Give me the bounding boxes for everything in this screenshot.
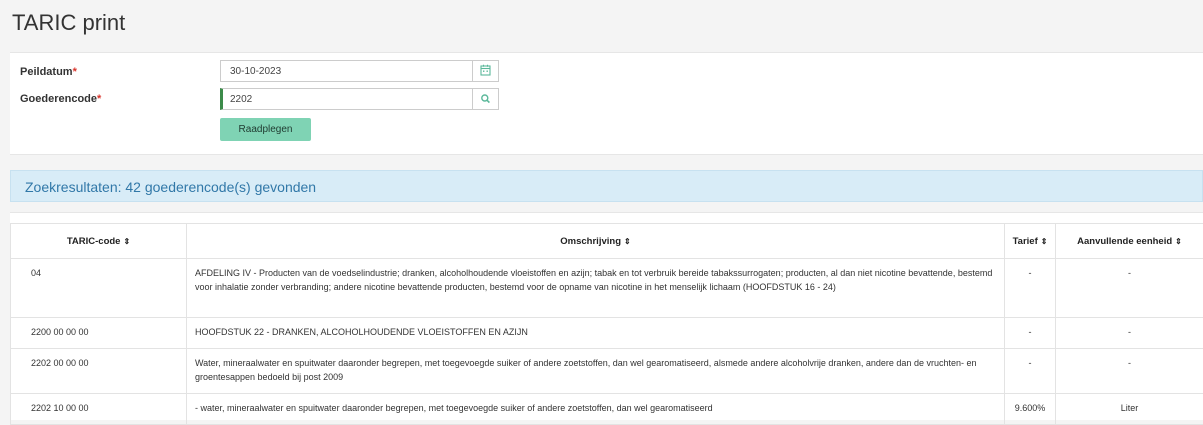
eenheid-cell: Liter	[1056, 394, 1203, 425]
header-taric-code[interactable]: TARIC-code⇕	[11, 224, 187, 259]
peildatum-label-text: Peildatum	[20, 66, 73, 78]
omschrijving-cell: HOOFDSTUK 22 - DRANKEN, ALCOHOLHOUDENDE …	[187, 318, 1005, 349]
eenheid-cell: -	[1056, 259, 1203, 318]
header-omschrijving-label: Omschrijving	[560, 236, 621, 247]
header-taric-code-label: TARIC-code	[67, 236, 121, 247]
results-summary: Zoekresultaten: 42 goederencode(s) gevon…	[25, 179, 316, 195]
eenheid-cell: -	[1056, 349, 1203, 394]
tarief-cell: 9.600%	[1005, 394, 1056, 425]
header-aanvullende-eenheid-label: Aanvullende eenheid	[1077, 236, 1172, 247]
sort-icon: ⇕	[123, 237, 130, 246]
header-tarief[interactable]: Tarief⇕	[1005, 224, 1056, 259]
table-row[interactable]: 2202 00 00 00 Water, mineraalwater en sp…	[11, 349, 1203, 394]
sort-icon: ⇕	[1041, 237, 1048, 246]
search-icon	[473, 89, 498, 109]
tarief-cell: -	[1005, 318, 1056, 349]
results-summary-bar: Zoekresultaten: 42 goederencode(s) gevon…	[10, 170, 1203, 202]
peildatum-input[interactable]: 30-10-2023	[220, 60, 472, 82]
taric-code-cell: 2200 00 00 00	[11, 318, 187, 349]
peildatum-label: Peildatum*	[20, 66, 77, 78]
header-aanvullende-eenheid[interactable]: Aanvullende eenheid⇕	[1056, 224, 1203, 259]
header-omschrijving[interactable]: Omschrijving⇕	[187, 224, 1005, 259]
page-title: TARIC print	[12, 10, 125, 36]
results-panel: TARIC-code⇕ Omschrijving⇕ Tarief⇕ Aanvul…	[10, 212, 1203, 420]
eenheid-cell: -	[1056, 318, 1203, 349]
table-row[interactable]: 2200 00 00 00 HOOFDSTUK 22 - DRANKEN, AL…	[11, 318, 1203, 349]
omschrijving-cell: AFDELING IV - Producten van de voedselin…	[187, 259, 1005, 318]
required-mark: *	[97, 93, 101, 105]
taric-code-cell: 2202 10 00 00	[11, 394, 187, 425]
required-mark: *	[73, 66, 77, 78]
raadplegen-button[interactable]: Raadplegen	[220, 118, 311, 141]
tarief-cell: -	[1005, 349, 1056, 394]
header-tarief-label: Tarief	[1013, 236, 1038, 247]
taric-code-cell: 2202 00 00 00	[11, 349, 187, 394]
goederencode-label-text: Goederencode	[20, 93, 97, 105]
sort-icon: ⇕	[624, 237, 631, 246]
table-row[interactable]: 2202 10 00 00 - water, mineraalwater en …	[11, 394, 1203, 425]
table-row[interactable]: 04 AFDELING IV - Producten van de voedse…	[11, 259, 1203, 318]
table-header-row: TARIC-code⇕ Omschrijving⇕ Tarief⇕ Aanvul…	[11, 224, 1203, 259]
search-form: Peildatum* 30-10-2023 Goederencode* 2202…	[10, 52, 1203, 155]
calendar-icon	[473, 61, 498, 81]
calendar-button[interactable]	[472, 60, 499, 82]
goederencode-input[interactable]: 2202	[220, 88, 472, 110]
taric-code-cell: 04	[11, 259, 187, 318]
results-table: TARIC-code⇕ Omschrijving⇕ Tarief⇕ Aanvul…	[10, 223, 1203, 425]
sort-icon: ⇕	[1175, 237, 1182, 246]
goederencode-label: Goederencode*	[20, 93, 101, 105]
omschrijving-cell: Water, mineraalwater en spuitwater daaro…	[187, 349, 1005, 394]
search-button[interactable]	[472, 88, 499, 110]
tarief-cell: -	[1005, 259, 1056, 318]
omschrijving-cell: - water, mineraalwater en spuitwater daa…	[187, 394, 1005, 425]
